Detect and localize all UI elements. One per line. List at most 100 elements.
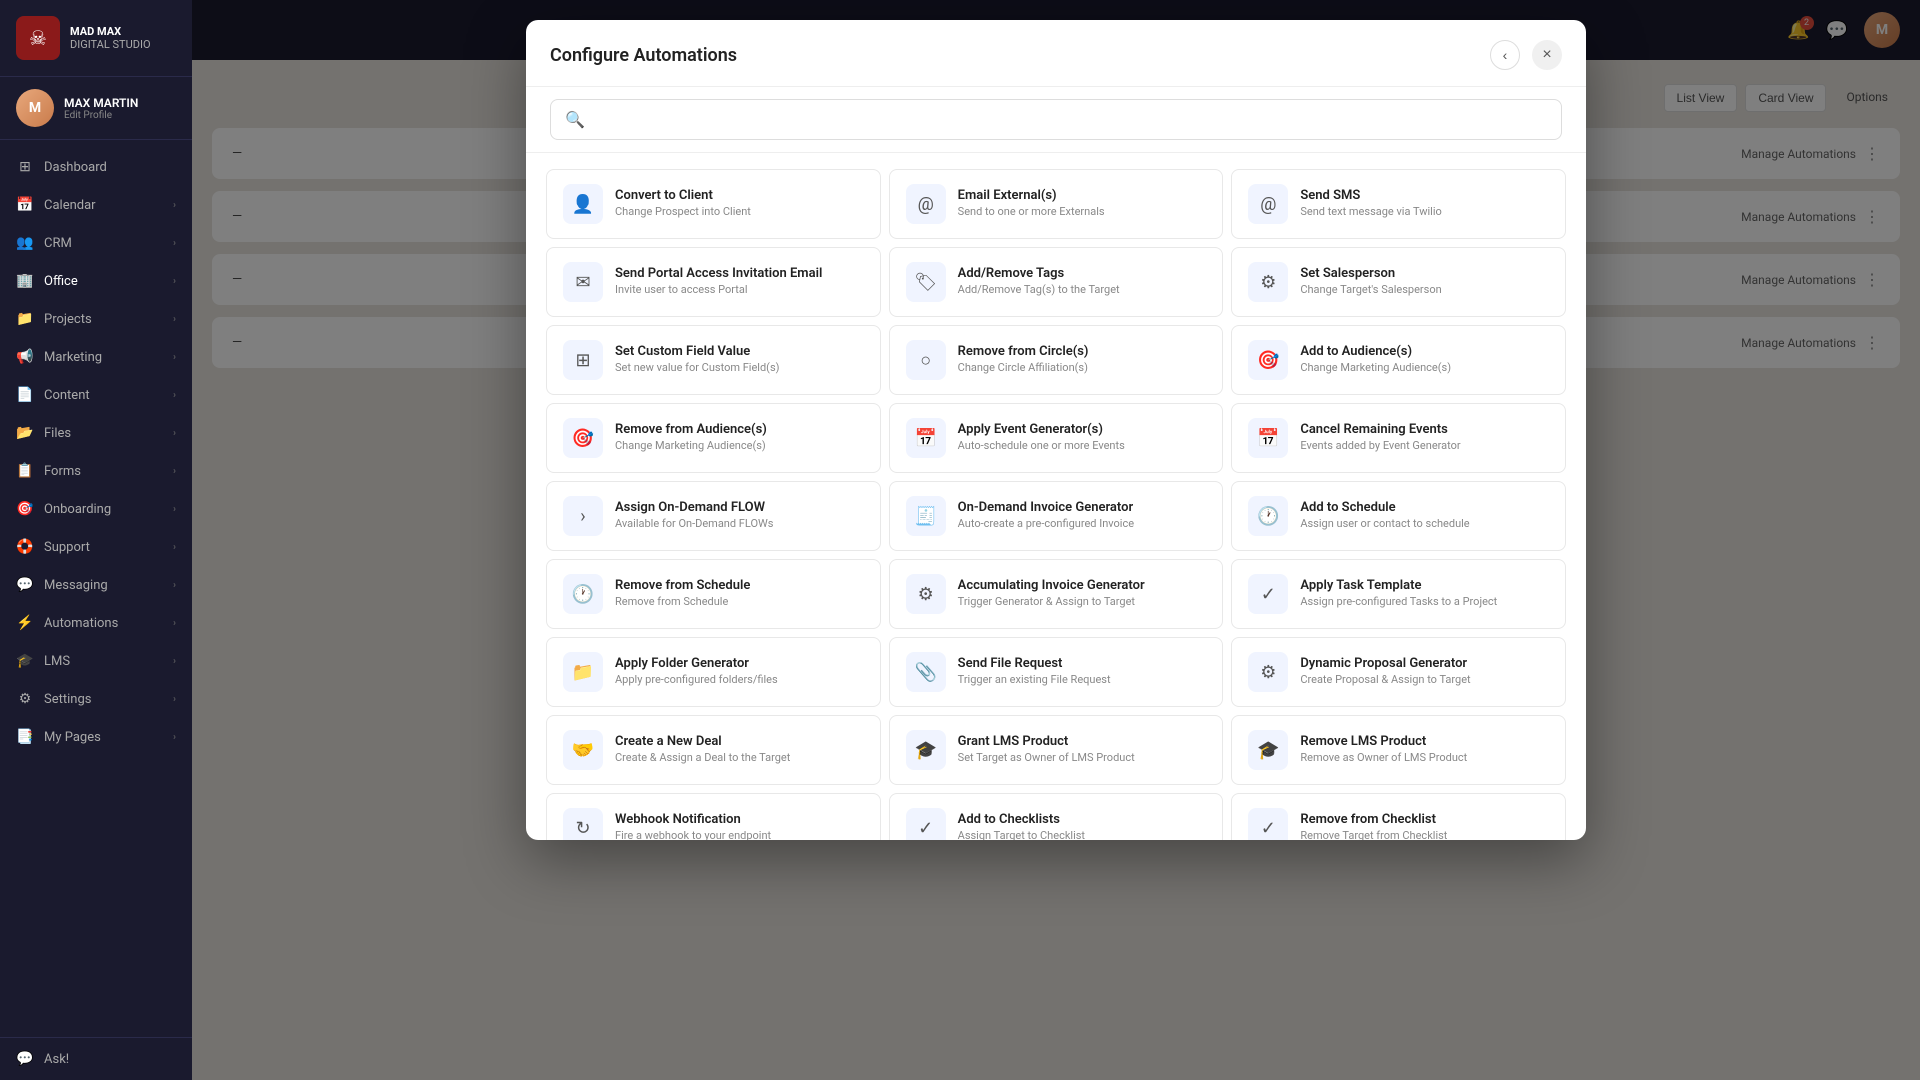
remove-from-circle-icon: ○ xyxy=(906,340,946,380)
sidebar-item-files[interactable]: 📂Files › xyxy=(0,414,192,452)
automation-title-remove-from-audiences: Remove from Audience(s) xyxy=(615,422,864,437)
add-to-checklists-icon: ✓ xyxy=(906,808,946,840)
automation-title-add-to-audiences: Add to Audience(s) xyxy=(1300,344,1549,359)
app-background: ☠ MAD MAX digital studio M MAX MARTIN Ed… xyxy=(0,0,1920,1080)
sidebar-item-content[interactable]: 📄Content › xyxy=(0,376,192,414)
on-demand-invoice-icon: 🧾 xyxy=(906,496,946,536)
sidebar-item-messaging[interactable]: 💬Messaging › xyxy=(0,566,192,604)
remove-from-schedule-icon: 🕐 xyxy=(563,574,603,614)
automation-card-cancel-remaining-events[interactable]: 📅Cancel Remaining EventsEvents added by … xyxy=(1231,403,1566,473)
sidebar-item-projects[interactable]: 📁Projects › xyxy=(0,300,192,338)
automation-card-remove-lms-product[interactable]: 🎓Remove LMS ProductRemove as Owner of LM… xyxy=(1231,715,1566,785)
sidebar-item-marketing[interactable]: 📢Marketing › xyxy=(0,338,192,376)
automation-desc-apply-folder-generator: Apply pre-configured folders/files xyxy=(615,673,864,687)
automation-desc-remove-from-checklist: Remove Target from Checklist xyxy=(1300,829,1549,840)
automation-card-grant-lms-product[interactable]: 🎓Grant LMS ProductSet Target as Owner of… xyxy=(889,715,1224,785)
set-salesperson-icon: ⚙ xyxy=(1248,262,1288,302)
automation-card-send-sms[interactable]: @Send SMSSend text message via Twilio xyxy=(1231,169,1566,239)
automation-title-accumulating-invoice: Accumulating Invoice Generator xyxy=(958,578,1207,593)
automation-title-assign-on-demand-flow: Assign On-Demand FLOW xyxy=(615,500,864,515)
automation-card-send-file-request[interactable]: 📎Send File RequestTrigger an existing Fi… xyxy=(889,637,1224,707)
automation-card-accumulating-invoice[interactable]: ⚙Accumulating Invoice GeneratorTrigger G… xyxy=(889,559,1224,629)
remove-from-checklist-icon: ✓ xyxy=(1248,808,1288,840)
sidebar-item-onboarding[interactable]: 🎯Onboarding › xyxy=(0,490,192,528)
chevron-icon: › xyxy=(173,276,176,287)
automation-card-dynamic-proposal-generator[interactable]: ⚙ Dynamic Proposal Generator Create Propos… xyxy=(1231,637,1566,707)
automation-card-create-new-deal[interactable]: 🤝Create a New DealCreate & Assign a Deal… xyxy=(546,715,881,785)
crm-icon: 👥 xyxy=(16,234,34,252)
automation-card-add-to-checklists[interactable]: ✓Add to ChecklistsAssign Target to Check… xyxy=(889,793,1224,840)
sidebar-item-office[interactable]: 🏢Office › xyxy=(0,262,192,300)
automation-title-apply-task-template: Apply Task Template xyxy=(1300,578,1549,593)
automation-title-dynamic-proposal-generator: Dynamic Proposal Generator xyxy=(1300,656,1549,671)
modal-close-button[interactable]: × xyxy=(1532,40,1562,70)
assign-on-demand-flow-icon: › xyxy=(563,496,603,536)
automation-card-remove-from-checklist[interactable]: ✓Remove from ChecklistRemove Target from… xyxy=(1231,793,1566,840)
modal-back-button[interactable]: ‹ xyxy=(1490,40,1520,70)
automation-title-set-salesperson: Set Salesperson xyxy=(1300,266,1549,281)
automation-card-webhook-notification[interactable]: ↻Webhook NotificationFire a webhook to y… xyxy=(546,793,881,840)
automation-card-apply-event-generator[interactable]: 📅Apply Event Generator(s)Auto-schedule o… xyxy=(889,403,1224,473)
sidebar-item-automations[interactable]: ⚡Automations › xyxy=(0,604,192,642)
user-name: MAX MARTIN xyxy=(64,96,176,110)
automation-card-set-custom-field[interactable]: ⊞Set Custom Field ValueSet new value for… xyxy=(546,325,881,395)
onboarding-icon: 🎯 xyxy=(16,500,34,518)
automation-desc-add-to-schedule: Assign user or contact to schedule xyxy=(1300,517,1549,531)
email-externals-icon: @ xyxy=(906,184,946,224)
sidebar-item-dashboard[interactable]: ⊞Dashboard xyxy=(0,148,192,186)
sidebar-item-ask[interactable]: 💬Ask! xyxy=(0,1037,192,1080)
automation-desc-send-sms: Send text message via Twilio xyxy=(1300,205,1549,219)
apply-event-generator-icon: 📅 xyxy=(906,418,946,458)
automation-title-apply-folder-generator: Apply Folder Generator xyxy=(615,656,864,671)
automation-card-on-demand-invoice[interactable]: 🧾On-Demand Invoice GeneratorAuto-create … xyxy=(889,481,1224,551)
automation-title-on-demand-invoice: On-Demand Invoice Generator xyxy=(958,500,1207,515)
search-input[interactable] xyxy=(595,112,1547,128)
sidebar-item-forms[interactable]: 📋Forms › xyxy=(0,452,192,490)
automation-title-add-remove-tags: Add/Remove Tags xyxy=(958,266,1207,281)
grant-lms-product-icon: 🎓 xyxy=(906,730,946,770)
chevron-icon: › xyxy=(173,656,176,667)
automation-card-add-to-schedule[interactable]: 🕐Add to ScheduleAssign user or contact t… xyxy=(1231,481,1566,551)
automation-title-email-externals: Email External(s) xyxy=(958,188,1207,203)
edit-profile-link[interactable]: Edit Profile xyxy=(64,110,176,121)
automation-desc-cancel-remaining-events: Events added by Event Generator xyxy=(1300,439,1549,453)
automation-card-add-to-audiences[interactable]: 🎯Add to Audience(s)Change Marketing Audi… xyxy=(1231,325,1566,395)
projects-icon: 📁 xyxy=(16,310,34,328)
automation-card-remove-from-audiences[interactable]: 🎯Remove from Audience(s)Change Marketing… xyxy=(546,403,881,473)
send-file-request-icon: 📎 xyxy=(906,652,946,692)
automation-card-apply-task-template[interactable]: ✓ Apply Task Template Assign pre-configure… xyxy=(1231,559,1566,629)
automation-card-remove-from-schedule[interactable]: 🕐 Remove from Schedule Remove from Schedul… xyxy=(546,559,881,629)
automation-card-apply-folder-generator[interactable]: 📁Apply Folder GeneratorApply pre-configu… xyxy=(546,637,881,707)
automation-desc-apply-task-template: Assign pre-configured Tasks to a Project xyxy=(1300,595,1549,609)
automation-card-remove-from-circle[interactable]: ○Remove from Circle(s)Change Circle Affi… xyxy=(889,325,1224,395)
automation-desc-remove-from-schedule: Remove from Schedule xyxy=(615,595,864,609)
automation-card-convert-to-client[interactable]: 👤Convert to ClientChange Prospect into C… xyxy=(546,169,881,239)
sidebar-item-my-pages[interactable]: 📑My Pages › xyxy=(0,718,192,756)
send-sms-icon: @ xyxy=(1248,184,1288,224)
dynamic-proposal-generator-icon: ⚙ xyxy=(1248,652,1288,692)
automation-title-add-to-schedule: Add to Schedule xyxy=(1300,500,1549,515)
ask-icon: 💬 xyxy=(16,1050,34,1068)
automation-card-add-remove-tags[interactable]: 🏷Add/Remove TagsAdd/Remove Tag(s) to the… xyxy=(889,247,1224,317)
automation-desc-send-file-request: Trigger an existing File Request xyxy=(958,673,1207,687)
automation-desc-convert-to-client: Change Prospect into Client xyxy=(615,205,864,219)
sidebar-item-settings[interactable]: ⚙Settings › xyxy=(0,680,192,718)
automation-desc-create-new-deal: Create & Assign a Deal to the Target xyxy=(615,751,864,765)
sidebar-item-lms[interactable]: 🎓LMS › xyxy=(0,642,192,680)
apply-task-template-icon: ✓ xyxy=(1248,574,1288,614)
automation-card-send-portal-access[interactable]: ✉Send Portal Access Invitation EmailInvi… xyxy=(546,247,881,317)
automations-icon: ⚡ xyxy=(16,614,34,632)
sidebar-item-calendar[interactable]: 📅Calendar › xyxy=(0,186,192,224)
automation-title-convert-to-client: Convert to Client xyxy=(615,188,864,203)
automation-card-set-salesperson[interactable]: ⚙Set SalespersonChange Target's Salesper… xyxy=(1231,247,1566,317)
automation-desc-dynamic-proposal-generator: Create Proposal & Assign to Target xyxy=(1300,673,1549,687)
sidebar-item-support[interactable]: 🛟Support › xyxy=(0,528,192,566)
chevron-icon: › xyxy=(173,618,176,629)
create-new-deal-icon: 🤝 xyxy=(563,730,603,770)
sidebar-item-crm[interactable]: 👥CRM › xyxy=(0,224,192,262)
automation-card-email-externals[interactable]: @Email External(s)Send to one or more Ex… xyxy=(889,169,1224,239)
automation-card-assign-on-demand-flow[interactable]: ›Assign On-Demand FLOWAvailable for On-D… xyxy=(546,481,881,551)
marketing-icon: 📢 xyxy=(16,348,34,366)
sidebar-user[interactable]: M MAX MARTIN Edit Profile xyxy=(0,77,192,140)
automation-title-remove-from-schedule: Remove from Schedule xyxy=(615,578,864,593)
